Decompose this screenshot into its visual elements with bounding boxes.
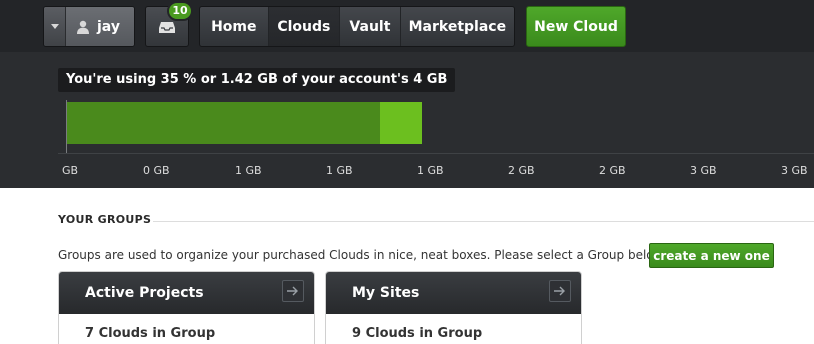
person-icon	[77, 20, 89, 34]
group-card[interactable]: Active Projects 7 Clouds in Group	[58, 271, 315, 344]
usage-bar-highlight	[380, 102, 422, 144]
main-nav: Home Clouds Vault Marketplace	[199, 6, 515, 47]
group-card-count: 7 Clouds in Group	[85, 326, 216, 341]
create-group-button[interactable]: create a new one	[649, 243, 774, 268]
groups-description: Groups are used to organize your purchas…	[58, 248, 680, 262]
usage-summary: You're using 35 % or 1.42 GB of your acc…	[58, 68, 456, 92]
arrow-right-icon[interactable]	[282, 280, 304, 302]
usage-tick-label: 1 GB	[235, 164, 262, 177]
nav-marketplace[interactable]: Marketplace	[401, 7, 514, 46]
group-card-count: 9 Clouds in Group	[352, 326, 483, 341]
arrow-right-icon[interactable]	[549, 280, 571, 302]
nav-vault[interactable]: Vault	[340, 7, 401, 46]
usage-tick-label: 1 GB	[326, 164, 353, 177]
section-divider	[153, 221, 814, 222]
new-cloud-button[interactable]: New Cloud	[526, 6, 626, 47]
user-name: jay	[97, 18, 120, 35]
usage-tick-label: 3 GB	[781, 164, 808, 177]
usage-tick-label: 2 GB	[508, 164, 535, 177]
group-card-title: My Sites	[352, 285, 420, 301]
caret-down-icon	[50, 24, 59, 29]
group-card-header[interactable]: My Sites	[326, 272, 581, 314]
inbox-tray-icon	[159, 21, 175, 33]
usage-tick-label: 0 GB	[143, 164, 170, 177]
group-card[interactable]: My Sites 9 Clouds in Group	[325, 271, 582, 344]
usage-axis	[58, 153, 814, 154]
user-menu-button[interactable]: jay	[43, 6, 135, 47]
groups-section-title: YOUR GROUPS	[58, 213, 152, 226]
storage-usage-panel: You're using 35 % or 1.42 GB of your acc…	[0, 52, 814, 188]
usage-tick-label: 2 GB	[599, 164, 626, 177]
nav-clouds[interactable]: Clouds	[268, 7, 341, 46]
nav-home[interactable]: Home	[200, 7, 269, 46]
inbox-count-badge: 10	[167, 1, 193, 21]
usage-bar-used	[67, 102, 380, 144]
usage-tick-label: 3 GB	[690, 164, 717, 177]
user-menu-dropdown-toggle[interactable]	[44, 7, 66, 46]
group-card-header[interactable]: Active Projects	[59, 272, 314, 314]
group-card-title: Active Projects	[85, 285, 204, 301]
usage-tick-label: GB	[62, 164, 79, 177]
user-name-area[interactable]: jay	[66, 7, 134, 46]
usage-tick-label: 1 GB	[417, 164, 444, 177]
